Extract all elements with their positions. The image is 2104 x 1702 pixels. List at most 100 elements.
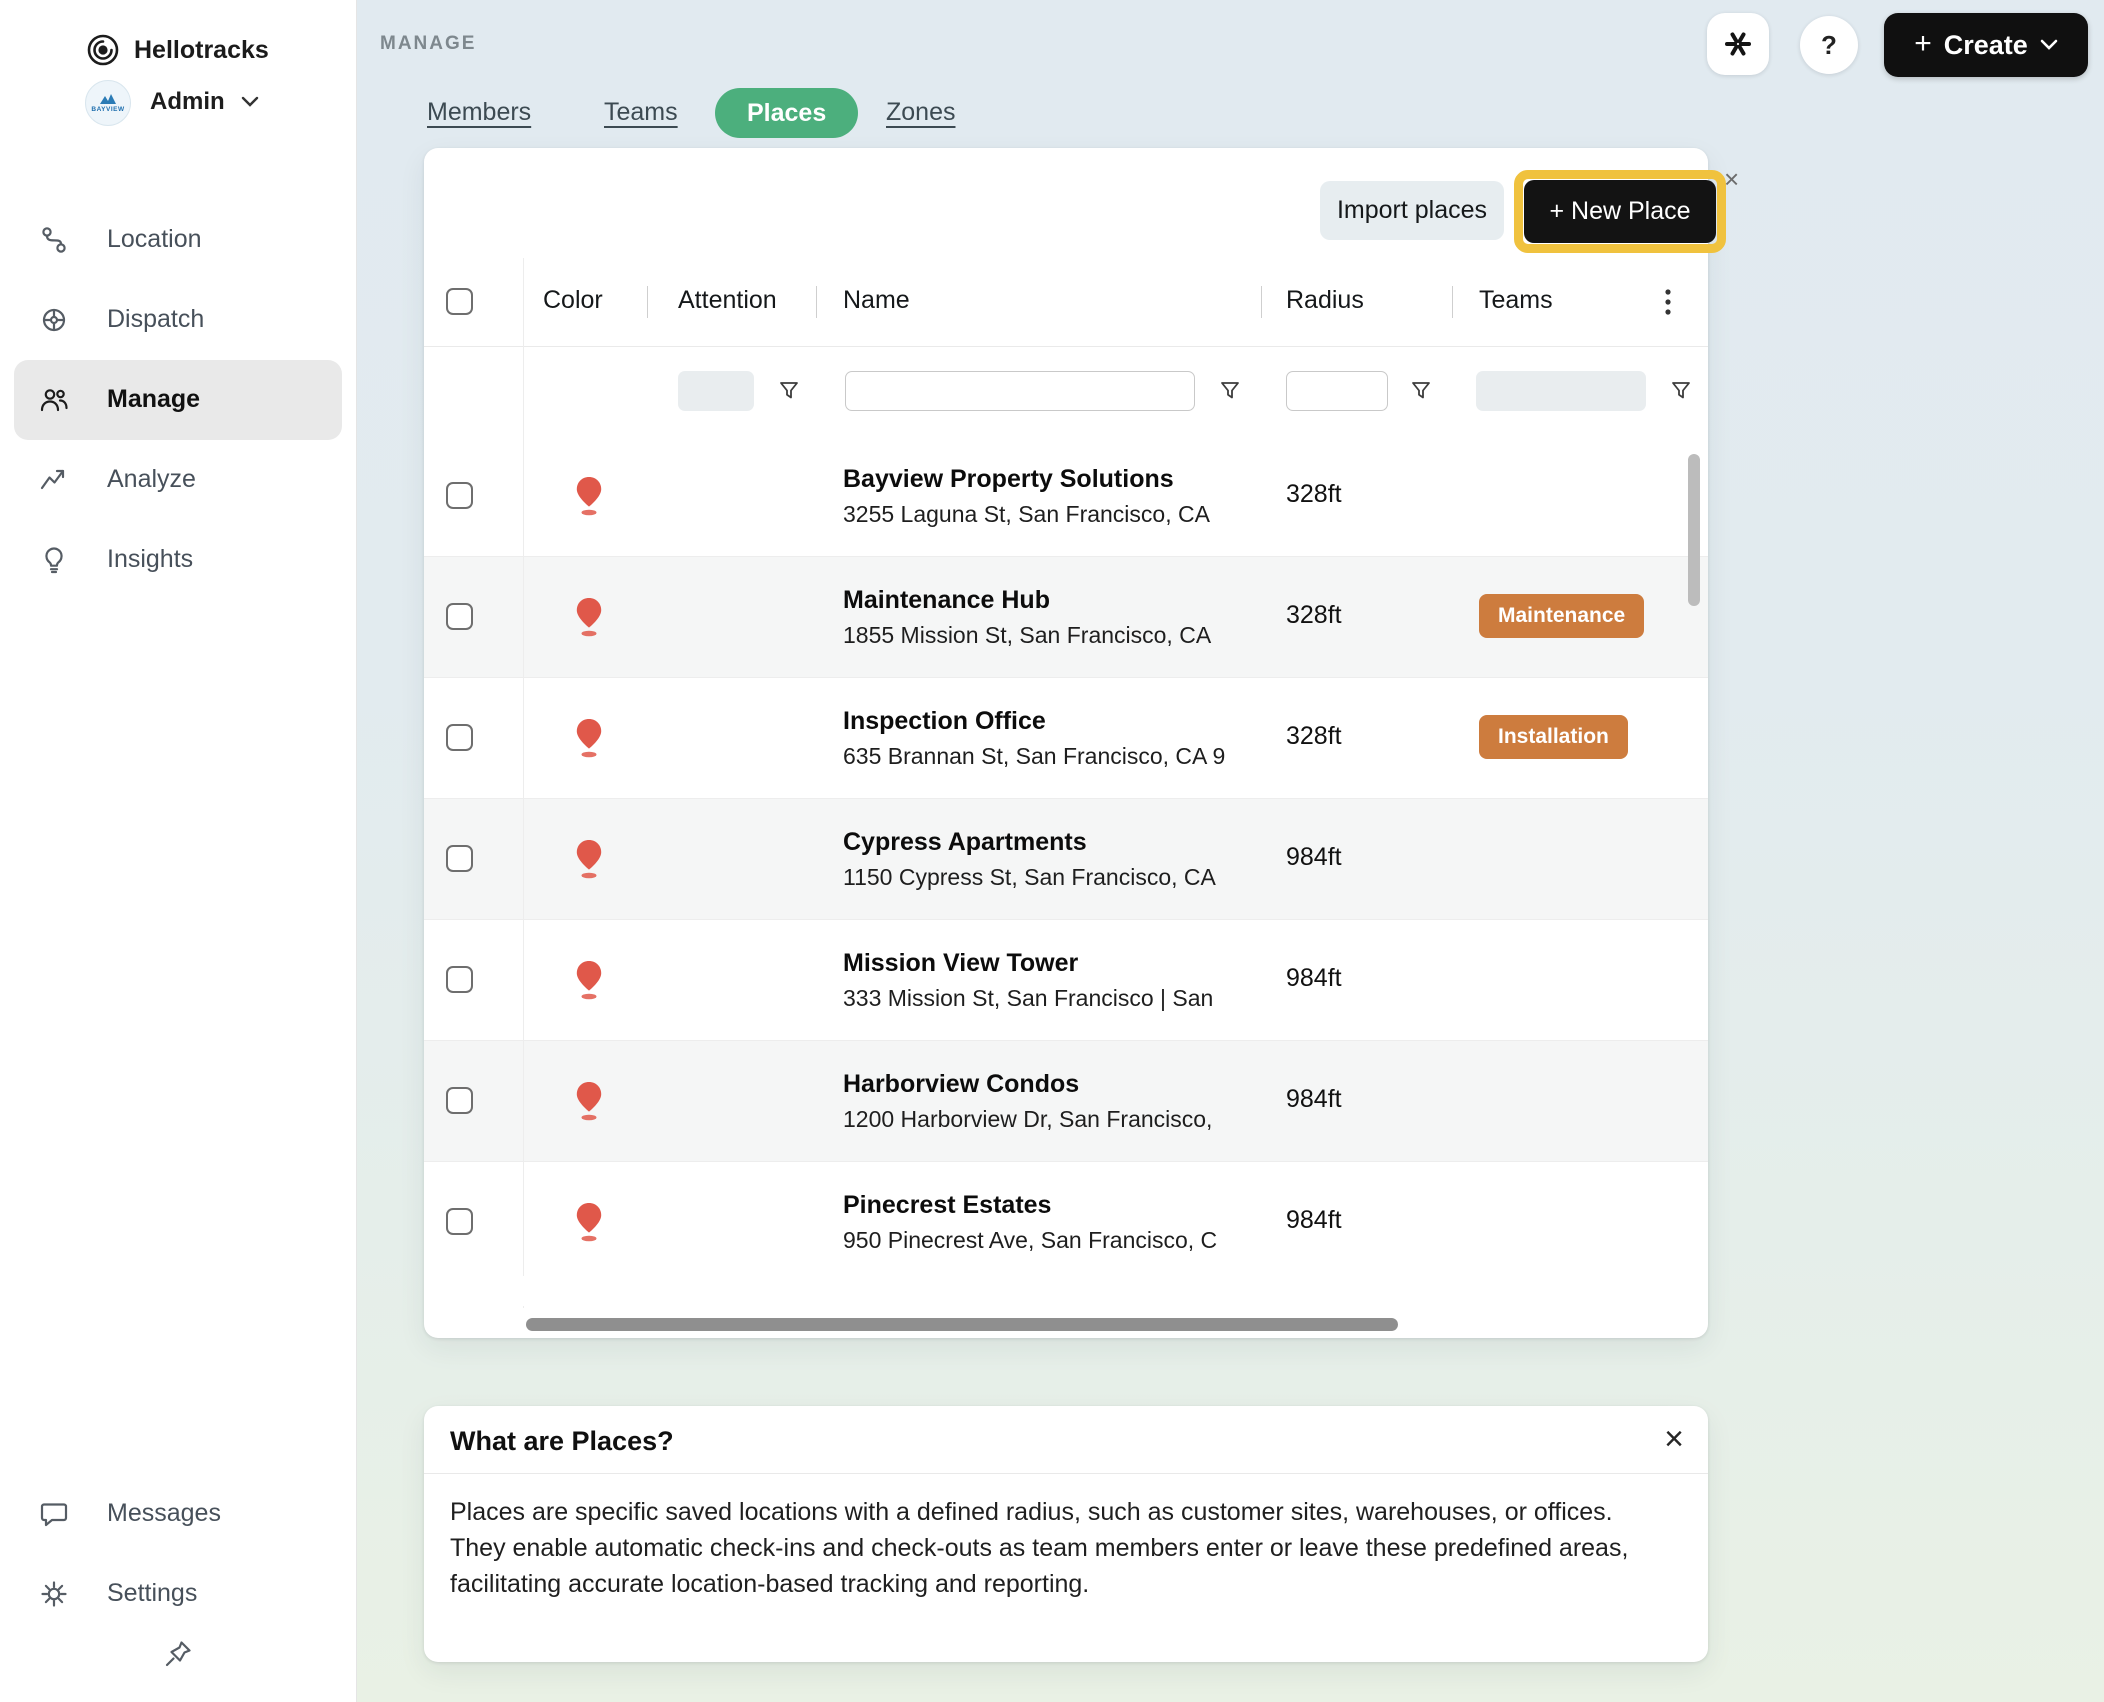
place-address: 1150 Cypress St, San Francisco, CA: [843, 864, 1251, 891]
tab-places[interactable]: Places: [715, 88, 858, 138]
create-button[interactable]: + Create: [1884, 13, 2088, 77]
table-row[interactable]: Pinecrest Estates950 Pinecrest Ave, San …: [424, 1162, 1708, 1283]
team-badge: Installation: [1479, 715, 1628, 759]
sidebar-item-analyze[interactable]: Analyze: [14, 440, 342, 520]
place-pin-icon: [571, 958, 607, 1007]
close-icon[interactable]: ×: [1664, 1422, 1684, 1456]
sidebar-item-label: Location: [107, 225, 202, 254]
account-switcher[interactable]: BAYVIEW Admin: [0, 80, 356, 128]
help-button[interactable]: ?: [1800, 16, 1858, 74]
name-filter-input[interactable]: [845, 371, 1195, 411]
row-checkbox[interactable]: [446, 724, 473, 751]
color-filter-input[interactable]: [678, 371, 754, 411]
sidebar-item-location[interactable]: Location: [14, 200, 342, 280]
pin-sidebar-button[interactable]: [146, 1630, 210, 1678]
place-radius: 328ft: [1286, 601, 1342, 630]
ai-assistant-button[interactable]: [1707, 13, 1769, 75]
column-header-name[interactable]: Name: [843, 286, 910, 315]
filter-icon[interactable]: [1409, 378, 1433, 407]
partial-next-row: [424, 1276, 1708, 1306]
place-address: 1855 Mission St, San Francisco, CA: [843, 622, 1251, 649]
place-radius: 984ft: [1286, 843, 1342, 872]
column-header-color[interactable]: Color: [543, 286, 603, 315]
table-row[interactable]: Harborview Condos1200 Harborview Dr, San…: [424, 1041, 1708, 1162]
section-label: MANAGE: [380, 33, 476, 55]
horizontal-scrollbar-thumb[interactable]: [526, 1318, 1398, 1331]
app-root: Hellotracks BAYVIEW Admin Location: [0, 0, 2104, 1702]
radius-filter-input[interactable]: [1286, 371, 1388, 411]
brand-row: Hellotracks: [0, 32, 356, 72]
place-name: Inspection Office: [843, 707, 1251, 736]
sidebar-item-label: Settings: [107, 1579, 197, 1608]
place-name: Bayview Property Solutions: [843, 465, 1251, 494]
column-separator: [816, 286, 817, 318]
avatar: BAYVIEW: [85, 80, 131, 126]
row-checkbox[interactable]: [446, 1087, 473, 1114]
chart-icon: [39, 465, 69, 495]
dispatch-wheel-icon: [39, 305, 69, 335]
filter-icon[interactable]: [1669, 378, 1693, 407]
row-checkbox[interactable]: [446, 1208, 473, 1235]
place-address: 950 Pinecrest Ave, San Francisco, C: [843, 1227, 1251, 1254]
table-row[interactable]: Maintenance Hub 1855 Mission St, San Fran…: [424, 557, 1708, 678]
teams-filter-input[interactable]: [1476, 371, 1646, 411]
dismiss-highlight-button[interactable]: ×: [1724, 166, 1739, 192]
select-all-checkbox[interactable]: [446, 288, 473, 315]
new-place-button[interactable]: + New Place: [1524, 180, 1716, 243]
sidebar-item-insights[interactable]: Insights: [14, 520, 342, 600]
place-name: Cypress Apartments: [843, 828, 1251, 857]
place-address: 333 Mission St, San Francisco | San: [843, 985, 1251, 1012]
hellotracks-logo-icon: [86, 33, 120, 67]
vertical-scrollbar-thumb[interactable]: [1688, 454, 1700, 606]
lightbulb-icon: [39, 545, 69, 575]
sidebar-item-dispatch[interactable]: Dispatch: [14, 280, 342, 360]
avatar-org-label: BAYVIEW: [91, 106, 124, 113]
place-radius: 984ft: [1286, 964, 1342, 993]
table-filter-row: [424, 346, 1708, 437]
table-row[interactable]: Cypress Apartments 1150 Cypress St, San F…: [424, 799, 1708, 920]
place-radius: 328ft: [1286, 722, 1342, 751]
table-row[interactable]: Inspection Office635 Brannan St, San Fra…: [424, 678, 1708, 799]
sidebar-item-label: Analyze: [107, 465, 196, 494]
plus-icon: +: [1549, 197, 1564, 226]
filter-icon[interactable]: [1218, 378, 1242, 407]
place-radius: 984ft: [1286, 1085, 1342, 1114]
table-row[interactable]: Mission View Tower 333 Mission St, San Fr…: [424, 920, 1708, 1041]
place-radius: 984ft: [1286, 1206, 1342, 1235]
chevron-down-icon: [2040, 39, 2058, 51]
place-pin-icon: [571, 1200, 607, 1249]
info-card-body: Places are specific saved locations with…: [450, 1494, 1666, 1602]
row-checkbox[interactable]: [446, 482, 473, 509]
column-separator: [647, 286, 648, 318]
tab-zones[interactable]: Zones: [886, 98, 955, 127]
chevron-down-icon: [241, 95, 259, 113]
sidebar-item-messages[interactable]: Messages: [14, 1474, 342, 1554]
main-area: MANAGE Members Teams Places Zones ? + Cr…: [356, 0, 2104, 1702]
what-are-places-card: What are Places? × Places are specific s…: [424, 1406, 1708, 1662]
table-options-button[interactable]: [1651, 284, 1685, 325]
row-checkbox[interactable]: [446, 845, 473, 872]
sidebar-item-settings[interactable]: Settings: [14, 1554, 342, 1634]
place-name: Maintenance Hub: [843, 586, 1251, 615]
row-checkbox[interactable]: [446, 603, 473, 630]
import-places-button[interactable]: Import places: [1320, 181, 1504, 240]
place-radius: 328ft: [1286, 480, 1342, 509]
tab-teams[interactable]: Teams: [604, 98, 678, 127]
gear-icon: [39, 1579, 69, 1609]
tab-members[interactable]: Members: [427, 98, 531, 127]
row-checkbox[interactable]: [446, 966, 473, 993]
column-separator: [1452, 286, 1453, 318]
place-name: Mission View Tower: [843, 949, 1251, 978]
plus-icon: +: [1914, 27, 1932, 61]
column-header-attention[interactable]: Attention: [678, 286, 777, 315]
sidebar-item-manage[interactable]: Manage: [14, 360, 342, 440]
place-pin-icon: [571, 716, 607, 765]
sidebar-item-label: Dispatch: [107, 305, 204, 334]
place-name: Harborview Condos: [843, 1070, 1251, 1099]
column-header-radius[interactable]: Radius: [1286, 286, 1364, 315]
table-row[interactable]: Bayview Property Solutions3255 Laguna St…: [424, 436, 1708, 557]
sidebar-nav: Location Dispatch Manage Analyze: [0, 200, 356, 600]
filter-icon[interactable]: [777, 378, 801, 407]
place-pin-icon: [571, 595, 607, 644]
column-header-teams[interactable]: Teams: [1479, 286, 1553, 315]
